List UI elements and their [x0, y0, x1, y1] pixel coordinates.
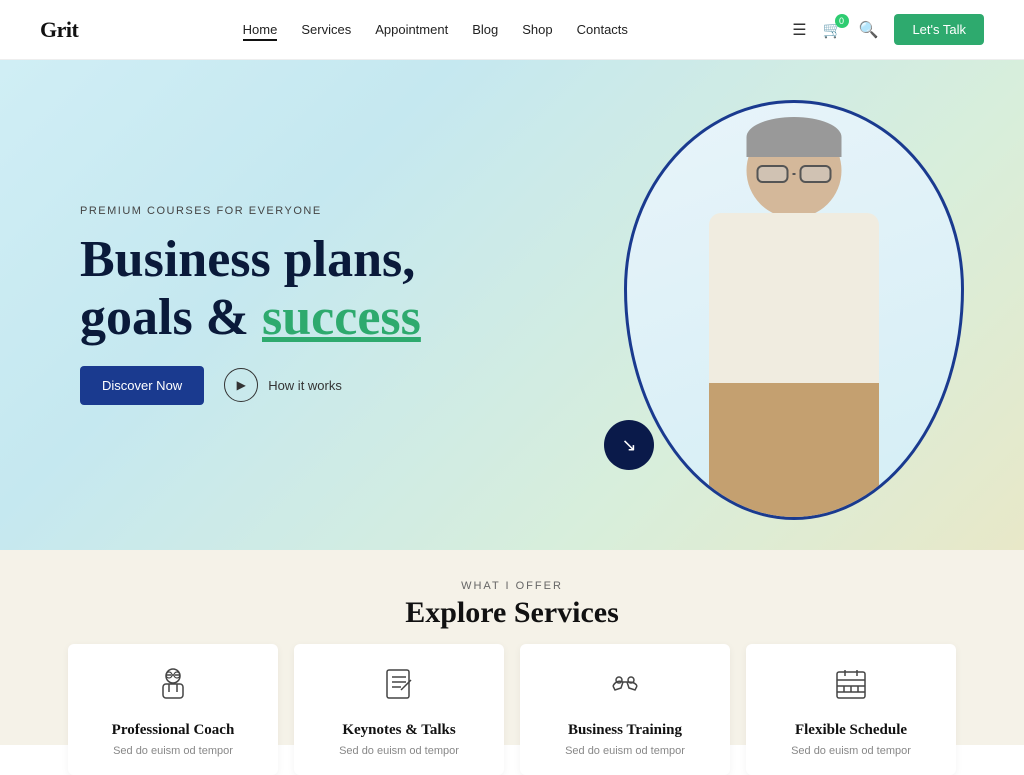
nav-contacts[interactable]: Contacts — [577, 22, 628, 37]
search-icon[interactable]: 🔍 — [859, 20, 879, 40]
coach-icon — [92, 664, 254, 712]
services-section: WHAT I OFFER Explore Services P — [0, 550, 1024, 745]
hero-title-line2: goals & — [80, 289, 262, 346]
service-card-training: Business Training Sed do euism od tempor — [520, 644, 730, 775]
nav-right: ☰ 🛒 0 🔍 Let's Talk — [792, 14, 984, 45]
hero-title-line1: Business plans, — [80, 231, 415, 288]
schedule-name: Flexible Schedule — [770, 722, 932, 739]
nav-shop[interactable]: Shop — [522, 22, 552, 37]
navbar: Grit Home Services Appointment Blog Shop… — [0, 0, 1024, 60]
how-it-works-label: How it works — [268, 378, 342, 393]
cart-icon-wrap[interactable]: 🛒 0 — [823, 20, 843, 40]
schedule-desc: Sed do euism od tempor — [770, 744, 932, 759]
training-name: Business Training — [544, 722, 706, 739]
play-icon: ▶ — [224, 368, 258, 402]
training-desc: Sed do euism od tempor — [544, 744, 706, 759]
services-header: WHAT I OFFER Explore Services — [60, 580, 964, 630]
keynotes-desc: Sed do euism od tempor — [318, 744, 480, 759]
logo: Grit — [40, 17, 78, 43]
how-it-works[interactable]: ▶ How it works — [224, 368, 342, 402]
services-pre-label: WHAT I OFFER — [60, 580, 964, 592]
hero-section: PREMIUM COURSES FOR EVERYONE Business pl… — [0, 60, 1024, 550]
lets-talk-button[interactable]: Let's Talk — [894, 14, 984, 45]
nav-blog[interactable]: Blog — [472, 22, 498, 37]
coach-name: Professional Coach — [92, 722, 254, 739]
service-card-coach: Professional Coach Sed do euism od tempo… — [68, 644, 278, 775]
hero-image-area: ↘ — [584, 90, 984, 530]
service-card-keynotes: Keynotes & Talks Sed do euism od tempor — [294, 644, 504, 775]
nav-appointment[interactable]: Appointment — [375, 22, 448, 37]
hero-title-accent: success — [262, 289, 421, 346]
services-cards: Professional Coach Sed do euism od tempo… — [60, 644, 964, 775]
services-title: Explore Services — [60, 596, 964, 630]
hero-arrow-button[interactable]: ↘ — [604, 420, 654, 470]
cart-badge: 0 — [835, 14, 849, 28]
training-icon — [544, 664, 706, 712]
nav-links: Home Services Appointment Blog Shop Cont… — [243, 21, 628, 39]
nav-home[interactable]: Home — [243, 22, 278, 41]
hero-title: Business plans, goals & success — [80, 231, 421, 345]
coach-desc: Sed do euism od tempor — [92, 744, 254, 759]
service-card-schedule: Flexible Schedule Sed do euism od tempor — [746, 644, 956, 775]
keynotes-name: Keynotes & Talks — [318, 722, 480, 739]
discover-now-button[interactable]: Discover Now — [80, 366, 204, 405]
schedule-icon — [770, 664, 932, 712]
hero-content: PREMIUM COURSES FOR EVERYONE Business pl… — [80, 205, 421, 404]
hero-pre-title: PREMIUM COURSES FOR EVERYONE — [80, 205, 421, 217]
keynotes-icon — [318, 664, 480, 712]
hero-actions: Discover Now ▶ How it works — [80, 366, 421, 405]
nav-services[interactable]: Services — [301, 22, 351, 37]
menu-icon[interactable]: ☰ — [792, 20, 806, 40]
hero-person-circle — [624, 100, 964, 520]
